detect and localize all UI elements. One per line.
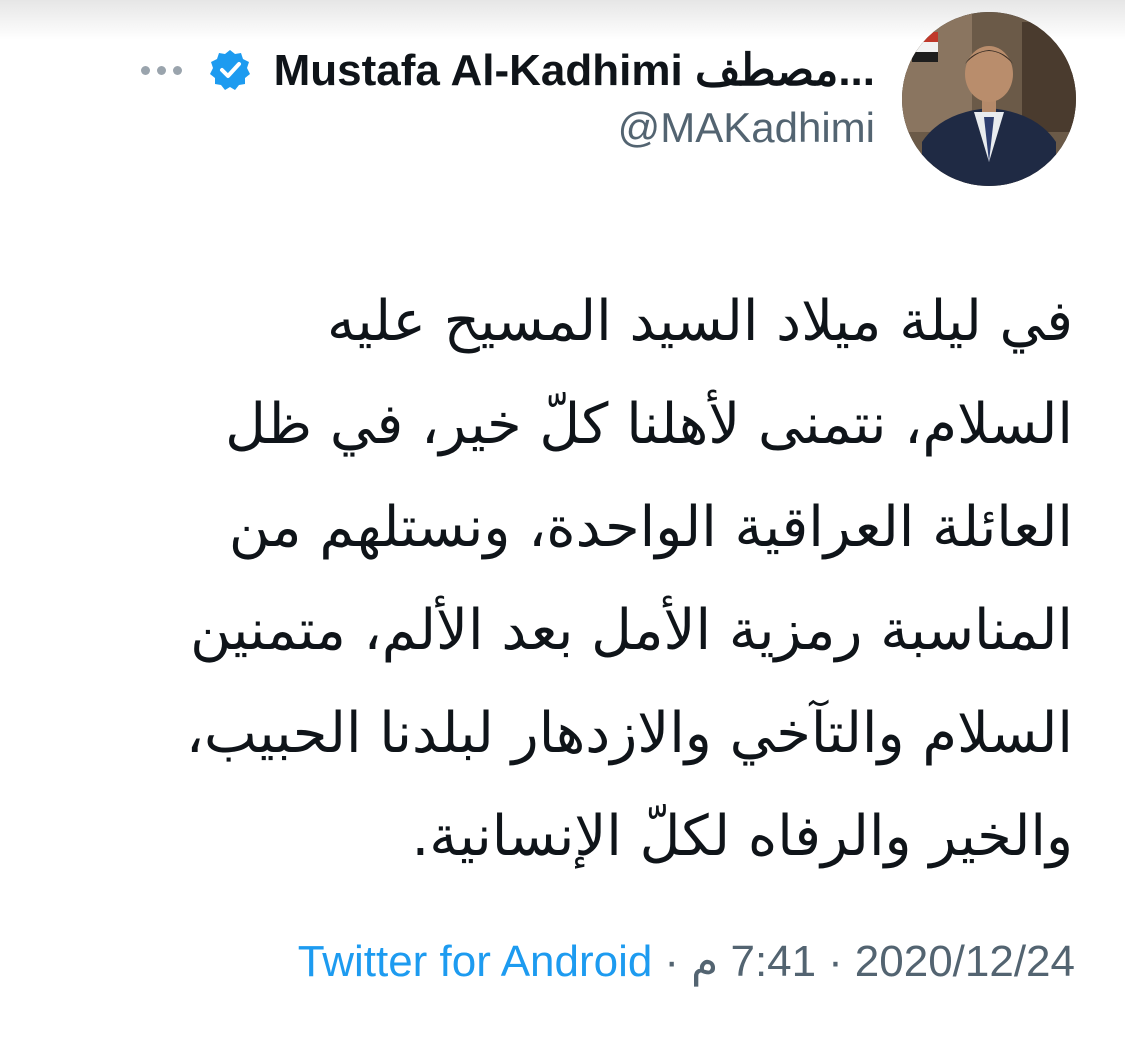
tweet-date[interactable]: 2020/12/24 — [855, 937, 1075, 987]
tweet-line: العائلة العراقية الواحدة، ونستلهم من — [228, 495, 1073, 560]
profile-photo — [902, 12, 1076, 186]
display-name[interactable]: Mustafa Al-Kadhimi مصطف... — [274, 45, 875, 96]
name-row: Mustafa Al-Kadhimi مصطف... — [137, 40, 875, 100]
verified-badge-icon — [209, 50, 250, 90]
avatar[interactable] — [902, 12, 1076, 186]
user-handle[interactable]: @MAKadhimi — [618, 104, 875, 152]
meta-separator: · — [828, 936, 843, 986]
tweet-text: في ليلة ميلاد السيد المسيح عليه السلام، … — [63, 270, 1073, 888]
tweet-line: في ليلة ميلاد السيد المسيح عليه — [327, 289, 1073, 354]
tweet-line: المناسبة رمزية الأمل بعد الألم، متمنين — [190, 598, 1073, 663]
tweet-meta: Twitter for Android · 7:41 م · 2020/12/2… — [298, 936, 1075, 987]
dot — [156, 65, 166, 75]
meta-separator: · — [664, 936, 680, 986]
tweet-line: والخير والرفاه لكلّ الإنسانية. — [411, 804, 1073, 869]
tweet-header: Mustafa Al-Kadhimi مصطف... @MAKadhimi — [0, 0, 1125, 200]
dot — [140, 65, 150, 75]
tweet-line: السلام، نتمنى لأهلنا كلّ خير، في ظل — [225, 392, 1073, 457]
tweet-time[interactable]: 7:41 م — [691, 936, 816, 987]
more-options-icon[interactable] — [137, 60, 186, 81]
dot — [172, 65, 182, 75]
source-link[interactable]: Twitter for Android — [298, 937, 653, 987]
tweet-line: السلام والتآخي والازدهار لبلدنا الحبيب، — [185, 701, 1073, 766]
